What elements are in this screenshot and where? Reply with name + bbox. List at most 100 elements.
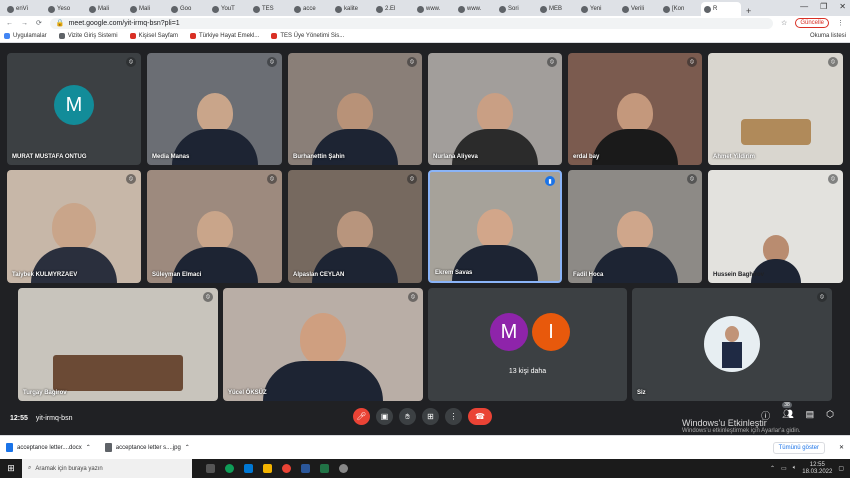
browser-tab[interactable]: Yeso <box>45 2 85 16</box>
mic-toggle-button[interactable]: 🎤︎ <box>353 408 370 425</box>
chat-icon[interactable]: ▤ <box>806 409 815 422</box>
browser-tab[interactable]: Mali <box>86 2 126 16</box>
activities-icon[interactable]: ⬡ <box>826 409 834 422</box>
participant-tile[interactable]: ⦸ Media Manas <box>147 53 282 165</box>
browser-tab[interactable]: [Kon <box>660 2 700 16</box>
favicon-icon <box>130 5 137 13</box>
taskbar-search[interactable]: ⌕ Aramak için buraya yazın <box>22 459 192 478</box>
excel-icon[interactable] <box>320 464 329 473</box>
update-button[interactable]: Güncelle <box>795 18 829 28</box>
participant-tile[interactable]: ⦸ Süleyman Elmaci <box>147 170 282 283</box>
chevron-up-icon[interactable]: ⌃ <box>185 444 190 451</box>
mic-off-icon: ⦸ <box>267 174 277 184</box>
browser-tab[interactable]: 2.El <box>373 2 413 16</box>
windows-start-icon[interactable]: ⊞ <box>0 463 22 474</box>
chevron-up-icon[interactable]: ⌃ <box>86 444 91 451</box>
participant-tile[interactable]: ⦸ Ahmet Yildirim <box>708 53 843 165</box>
browser-tab[interactable]: Yeni <box>578 2 618 16</box>
tab-label: Sori <box>508 6 519 12</box>
favicon-icon <box>622 5 629 13</box>
participant-tile[interactable]: ⦸ Nurlana Aliyeva <box>428 53 562 165</box>
menu-icon[interactable]: ⋮ <box>837 19 844 27</box>
show-all-downloads-button[interactable]: Tümünü göster <box>772 441 825 454</box>
raise-hand-button[interactable]: ✋︎ <box>399 408 416 425</box>
browser-tab[interactable]: R <box>701 2 741 16</box>
tab-label: www. <box>426 6 441 12</box>
volume-icon[interactable]: 🔈︎ <box>793 465 797 472</box>
participant-name: Nurlana Aliyeva <box>433 154 478 160</box>
windows-taskbar: ⊞ ⌕ Aramak için buraya yazın ⌃ ▭ 🔈︎ 12:5… <box>0 459 850 478</box>
participant-tile[interactable]: ⦸ Hussein Baghirov <box>708 170 843 283</box>
app-icon[interactable] <box>339 464 348 473</box>
bookmark-item[interactable]: Uygulamalar <box>4 33 47 39</box>
more-participants-tile[interactable]: M I 13 kişi daha <box>428 288 627 401</box>
browser-tab[interactable]: enVi <box>4 2 44 16</box>
participant-tile[interactable]: ⦸ Taiybek KULMYRZAEV <box>7 170 141 283</box>
browser-tab[interactable]: kalite <box>332 2 372 16</box>
bookmark-item[interactable]: Vizite Giriş Sistemi <box>58 33 118 39</box>
browser-tab[interactable]: www. <box>455 2 495 16</box>
participant-tile[interactable]: ⦸ Yücel ÖKSÜZ <box>223 288 423 401</box>
favicon-icon <box>499 5 506 13</box>
close-downloads-icon[interactable]: ✕ <box>839 444 844 451</box>
favicon-icon <box>704 5 711 13</box>
download-item[interactable]: acceptance letter s....jpg ⌃ <box>104 443 190 452</box>
mic-off-icon: ⦸ <box>126 57 136 67</box>
notifications-icon[interactable]: ▢ <box>838 465 844 472</box>
forward-icon[interactable]: → <box>21 20 28 27</box>
edge-icon[interactable] <box>225 464 234 473</box>
new-tab-button[interactable]: + <box>742 6 755 16</box>
network-icon[interactable]: ▭ <box>781 465 787 472</box>
browser-tab[interactable]: acce <box>291 2 331 16</box>
download-item[interactable]: acceptance letter....docx ⌃ <box>6 443 91 452</box>
taskbar-apps <box>206 464 348 473</box>
participant-tile[interactable]: ⦸ Fadil Hoca <box>568 170 702 283</box>
close-window-button[interactable]: ✕ <box>839 2 846 11</box>
image-file-icon <box>104 443 112 452</box>
bookmark-label: Uygulamalar <box>13 33 47 39</box>
participant-name: Burhanettin Şahin <box>293 154 345 160</box>
participant-video <box>263 313 383 401</box>
self-tile[interactable]: ⦸ Siz <box>632 288 832 401</box>
chevron-up-icon[interactable]: ⌃ <box>770 465 775 472</box>
camera-toggle-button[interactable]: ▣ <box>376 408 393 425</box>
chrome-icon[interactable] <box>282 464 291 473</box>
browser-tab[interactable]: MEB <box>537 2 577 16</box>
browser-tab[interactable]: Verili <box>619 2 659 16</box>
bookmark-item[interactable]: Kişisel Sayfam <box>129 33 178 39</box>
reload-icon[interactable]: ⟳ <box>36 19 42 27</box>
file-explorer-icon[interactable] <box>263 464 272 473</box>
back-icon[interactable]: ← <box>6 20 13 27</box>
store-icon[interactable] <box>244 464 253 473</box>
minimize-button[interactable]: — <box>800 2 808 11</box>
participant-tile[interactable]: ⦸ Burhanettin Şahin <box>288 53 422 165</box>
browser-tab[interactable]: YouT <box>209 2 249 16</box>
word-icon[interactable] <box>301 464 310 473</box>
mic-off-icon: ⦸ <box>126 174 136 184</box>
leave-call-button[interactable]: ☎︎ <box>468 408 492 425</box>
browser-tab[interactable]: Goo <box>168 2 208 16</box>
maximize-button[interactable]: ❐ <box>820 2 827 11</box>
bookmark-item[interactable]: Türkiye Hayat Emekl... <box>189 33 259 39</box>
system-clock[interactable]: 12:55 18.03.2022 <box>802 462 832 476</box>
reading-list-button[interactable]: Okuma listesi <box>810 33 846 39</box>
bookmark-item[interactable]: TES Üye Yönetimi Sis... <box>271 33 344 39</box>
browser-tab[interactable]: Mali <box>127 2 167 16</box>
more-options-button[interactable]: ⋮ <box>445 408 462 425</box>
participant-name: Taiybek KULMYRZAEV <box>12 272 78 278</box>
participant-name: Fadil Hoca <box>573 272 604 278</box>
participant-tile[interactable]: ⦸ Turgay Bagirov <box>18 288 218 401</box>
participant-tile[interactable]: ⦸ Alpaslan CEYLAN <box>288 170 422 283</box>
bookmark-icon <box>271 33 278 39</box>
star-icon[interactable]: ☆ <box>781 19 787 27</box>
browser-tab[interactable]: www. <box>414 2 454 16</box>
participant-tile-active-speaker[interactable]: ▮ Ekrem Savas <box>428 170 562 283</box>
task-view-icon[interactable] <box>206 464 215 473</box>
participant-tile[interactable]: M ⦸ MURAT MUSTAFA ONTUG <box>7 53 141 165</box>
url-field[interactable]: 🔒 meet.google.com/yit-irmq-bsn?pli=1 <box>49 17 774 29</box>
participant-tile[interactable]: ⦸ erdal bay <box>568 53 702 165</box>
browser-tab[interactable]: Sori <box>496 2 536 16</box>
browser-tab[interactable]: TES <box>250 2 290 16</box>
mic-off-icon: ⦸ <box>203 292 213 302</box>
present-button[interactable]: ⊞ <box>422 408 439 425</box>
